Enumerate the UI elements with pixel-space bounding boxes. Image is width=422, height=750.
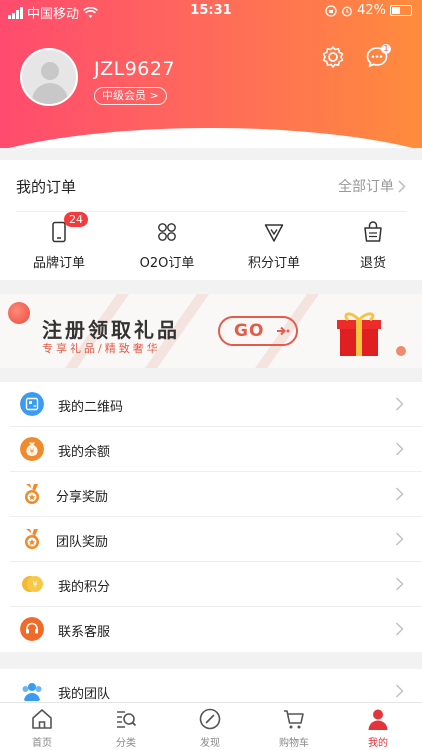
order-points[interactable]: 积分订单 (229, 220, 319, 271)
menu-item-label: 团队奖励 (56, 535, 109, 550)
menu-item-share-reward[interactable]: 分享奖励 (10, 472, 422, 517)
tab-category[interactable]: 分类 (96, 707, 156, 749)
diamond-icon (264, 224, 284, 242)
battery-percent: 42% (357, 3, 386, 18)
menu-item-label: 我的二维码 (58, 400, 124, 415)
home-icon (32, 709, 52, 729)
alarm-icon (342, 6, 353, 16)
cart-icon (284, 710, 304, 729)
tab-label: 购物车 (279, 738, 309, 749)
medal-icon (25, 529, 39, 549)
qrcode-icon (20, 392, 44, 416)
order-brand-label: 品牌订单 (32, 256, 85, 271)
menu-item-label: 我的积分 (58, 580, 111, 595)
menu-item-points[interactable]: ¥ 我的积分 (10, 562, 422, 607)
tab-label: 发现 (200, 738, 220, 749)
chevron-right-icon (395, 577, 404, 591)
tab-label: 首页 (32, 738, 52, 749)
battery-icon (390, 5, 412, 16)
order-count-badge: 24 (64, 212, 88, 227)
message-count-badge: 1 (381, 44, 391, 54)
compass-icon (199, 708, 221, 730)
menu-item-label: 联系客服 (58, 625, 111, 640)
profile-header: 中国移动 15:31 42% JZL9627 中级会员 > 1 (0, 0, 422, 148)
status-bar: 中国移动 15:31 42% (0, 0, 422, 22)
register-gift-banner[interactable]: 注册领取礼品 专享礼品/精致奢华 GO (0, 294, 422, 368)
avatar[interactable] (20, 48, 78, 106)
menu-list: 我的二维码 ¥ 我的余额 分享奖励 团队奖励 ¥ 我的积分 联系客服 (0, 382, 422, 652)
four-circles-icon (158, 223, 176, 241)
order-o2o-label: O2O订单 (139, 256, 195, 271)
username: JZL9627 (94, 58, 176, 80)
member-level-badge[interactable]: 中级会员 > (94, 87, 167, 105)
banner-title: 注册领取礼品 (42, 318, 180, 342)
svg-text:¥: ¥ (30, 448, 35, 456)
order-return[interactable]: 退货 (328, 220, 418, 271)
gift-box-icon (337, 312, 381, 356)
menu-item-label: 我的团队 (58, 687, 111, 702)
menu-item-label: 我的余额 (58, 445, 111, 460)
gear-icon[interactable] (320, 44, 346, 70)
team-icon (22, 683, 42, 701)
tab-discover[interactable]: 发现 (180, 707, 240, 749)
order-brand[interactable]: 24 品牌订单 (14, 212, 104, 271)
order-return-label: 退货 (359, 256, 386, 271)
category-search-icon (117, 711, 137, 728)
orders-title: 我的订单 (16, 178, 77, 196)
coins-icon: ¥ (22, 576, 43, 592)
tab-label: 分类 (116, 738, 136, 749)
tab-label: 我的 (368, 738, 388, 749)
orders-card: 我的订单 全部订单 24 品牌订单 O2O订单 积分订单 退货 (0, 160, 422, 280)
chevron-right-icon (395, 442, 404, 456)
chevron-right-icon (398, 179, 406, 193)
menu-item-team-reward[interactable]: 团队奖励 (10, 517, 422, 562)
order-o2o[interactable]: O2O订单 (122, 220, 212, 271)
chevron-right-icon (395, 487, 404, 501)
lock-rotation-icon (325, 4, 337, 17)
order-points-label: 积分订单 (247, 256, 300, 271)
money-bag-icon: ¥ (20, 437, 44, 461)
arrow-dots-icon (277, 326, 290, 336)
tab-me[interactable]: 我的 (348, 707, 408, 749)
headset-icon (20, 617, 44, 641)
chevron-right-icon (395, 684, 404, 698)
go-button-label: GO (234, 321, 265, 341)
return-bag-icon (364, 221, 382, 242)
tab-cart[interactable]: 购物车 (264, 707, 324, 749)
chevron-right-icon (395, 397, 404, 411)
all-orders-label: 全部订单 (338, 179, 394, 195)
menu-item-balance[interactable]: ¥ 我的余额 (10, 427, 422, 472)
menu-item-qrcode[interactable]: 我的二维码 (10, 382, 422, 427)
tab-home[interactable]: 首页 (12, 707, 72, 749)
tab-bar: 首页 分类 发现 购物车 我的 (0, 702, 422, 750)
medal-icon (25, 484, 39, 504)
banner-subtitle: 专享礼品/精致奢华 (42, 342, 161, 355)
go-button[interactable]: GO (218, 316, 298, 346)
menu-item-label: 分享奖励 (56, 490, 109, 505)
all-orders-link[interactable]: 全部订单 (338, 176, 406, 196)
menu-item-customer-service[interactable]: 联系客服 (10, 607, 422, 652)
svg-text:¥: ¥ (32, 580, 37, 589)
chevron-right-icon (395, 622, 404, 636)
user-icon (368, 709, 388, 730)
chevron-right-icon (395, 532, 404, 546)
